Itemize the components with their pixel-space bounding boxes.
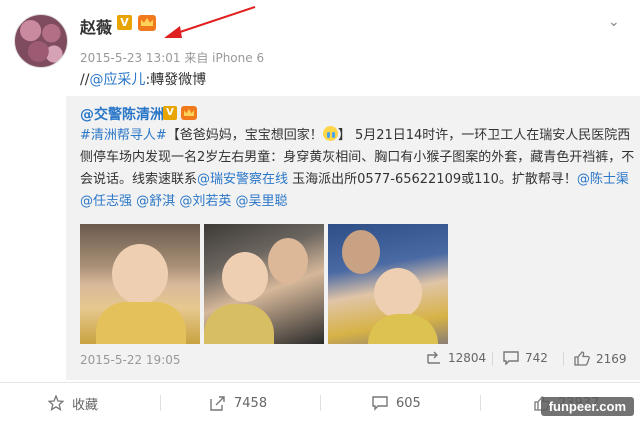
verified-badge-icon: V: [163, 106, 177, 120]
mention-link[interactable]: @刘若英: [179, 194, 231, 209]
child-face: [374, 268, 422, 318]
child-shirt: [96, 302, 186, 344]
original-comment-button[interactable]: 742: [503, 351, 548, 365]
mention-link[interactable]: @任志强: [80, 194, 132, 209]
child-shirt: [368, 314, 438, 344]
photo-thumbnail[interactable]: [328, 224, 448, 344]
username[interactable]: 赵薇: [80, 14, 112, 38]
divider: [563, 352, 564, 366]
mention-link[interactable]: @舒淇: [136, 194, 175, 209]
annotation-arrow-icon: [164, 6, 256, 38]
like-count: 2169: [596, 351, 627, 366]
divider: [480, 395, 481, 411]
star-icon: [48, 395, 64, 411]
officer-face: [342, 230, 380, 274]
mention-link[interactable]: @吴里聪: [235, 194, 287, 209]
member-crown-icon: [181, 106, 197, 120]
text-segment: 【爸爸妈妈，宝宝想回家！: [166, 128, 323, 143]
divider: [160, 395, 161, 411]
thumbs-up-icon: [574, 351, 590, 366]
favorite-button[interactable]: 收藏: [48, 383, 98, 422]
crying-emoji-icon: [322, 126, 338, 141]
repost-icon: [210, 396, 225, 411]
favorite-label: 收藏: [72, 397, 99, 413]
original-like-button[interactable]: 2169: [574, 351, 627, 366]
child-face: [112, 244, 168, 304]
post-meta: 2015-5-23 13:01 来自 iPhone 6: [80, 51, 265, 65]
mention-link[interactable]: @陈士渠: [577, 172, 629, 187]
text-segment: 玉海派出所0577-65622109或110。扩散帮寻！: [288, 172, 577, 187]
original-post-text: #清洲帮寻人#【爸爸妈妈，宝宝想回家！】 5月21日14时许，一环卫工人在瑞安人…: [80, 125, 636, 213]
post-text-suffix: :轉發微博: [145, 72, 207, 88]
photo-thumbnail[interactable]: [204, 224, 324, 344]
repost-count: 7458: [234, 395, 268, 411]
repost-count: 12804: [448, 351, 487, 365]
divider: [320, 395, 321, 411]
post-text: //@应采儿:轉發微博: [80, 69, 206, 89]
original-post-time[interactable]: 2015-5-22 19:05: [80, 353, 181, 367]
repost-button[interactable]: 7458: [210, 383, 267, 422]
photo-thumbnail[interactable]: [80, 224, 200, 344]
comment-icon: [503, 351, 519, 365]
comment-icon: [372, 396, 388, 411]
repost-icon: [427, 351, 440, 364]
original-repost-button[interactable]: 12804: [426, 351, 486, 365]
avatar[interactable]: [14, 14, 68, 68]
hashtag-link[interactable]: #清洲帮寻人#: [80, 128, 167, 143]
comment-count: 605: [396, 395, 421, 411]
mention-link[interactable]: @应采儿: [89, 72, 145, 88]
mention-link[interactable]: @瑞安警察在线: [197, 172, 288, 187]
chevron-down-icon[interactable]: ⌄: [608, 14, 620, 30]
original-author-link[interactable]: @交警陈清洲: [80, 104, 164, 124]
watermark: funpeer.com: [540, 397, 634, 416]
member-crown-icon: [138, 15, 156, 31]
reposted-weibo-card: @交警陈清洲 V #清洲帮寻人#【爸爸妈妈，宝宝想回家！】 5月21日14时许，…: [66, 96, 640, 380]
child-shirt: [204, 304, 274, 344]
child-face: [222, 252, 268, 302]
adult-face: [268, 238, 308, 284]
comment-button[interactable]: 605: [372, 383, 421, 422]
verified-badge-icon: V: [117, 15, 132, 30]
comment-count: 742: [525, 351, 548, 365]
divider: [492, 352, 493, 366]
